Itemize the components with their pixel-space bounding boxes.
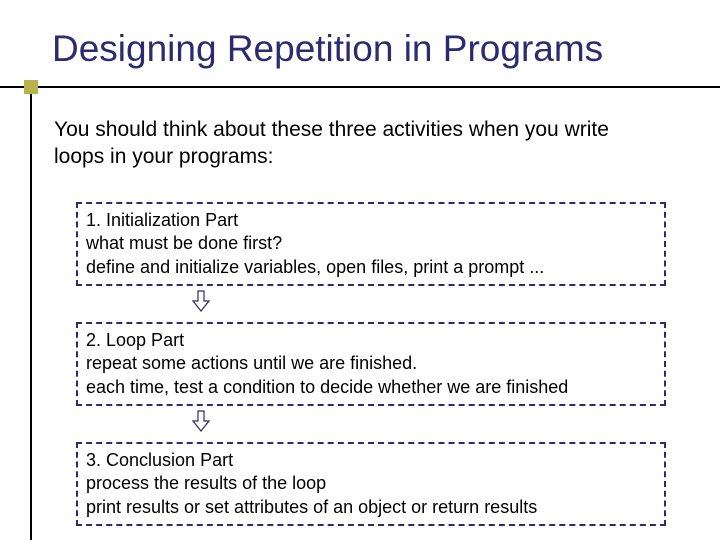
- page-title: Designing Repetition in Programs: [52, 28, 603, 70]
- down-arrow-icon: [192, 290, 210, 312]
- box3-line2: process the results of the loop: [86, 472, 656, 495]
- box1-line3: define and initialize variables, open fi…: [86, 256, 656, 279]
- title-underline: [0, 86, 720, 88]
- box3-line3: print results or set attributes of an ob…: [86, 496, 656, 519]
- box-initialization: 1. Initialization Part what must be done…: [76, 202, 666, 286]
- down-arrow-icon: [192, 410, 210, 432]
- box-loop: 2. Loop Part repeat some actions until w…: [76, 322, 666, 406]
- box1-line1: 1. Initialization Part: [86, 209, 656, 232]
- box2-line1: 2. Loop Part: [86, 329, 656, 352]
- box-conclusion: 3. Conclusion Part process the results o…: [76, 442, 666, 526]
- box3-line1: 3. Conclusion Part: [86, 449, 656, 472]
- box2-line2: repeat some actions until we are finishe…: [86, 352, 656, 375]
- accent-square: [24, 80, 38, 94]
- box1-line2: what must be done first?: [86, 232, 656, 255]
- box2-line3: each time, test a condition to decide wh…: [86, 376, 656, 399]
- vertical-rule: [30, 86, 32, 540]
- intro-text: You should think about these three activ…: [54, 116, 664, 171]
